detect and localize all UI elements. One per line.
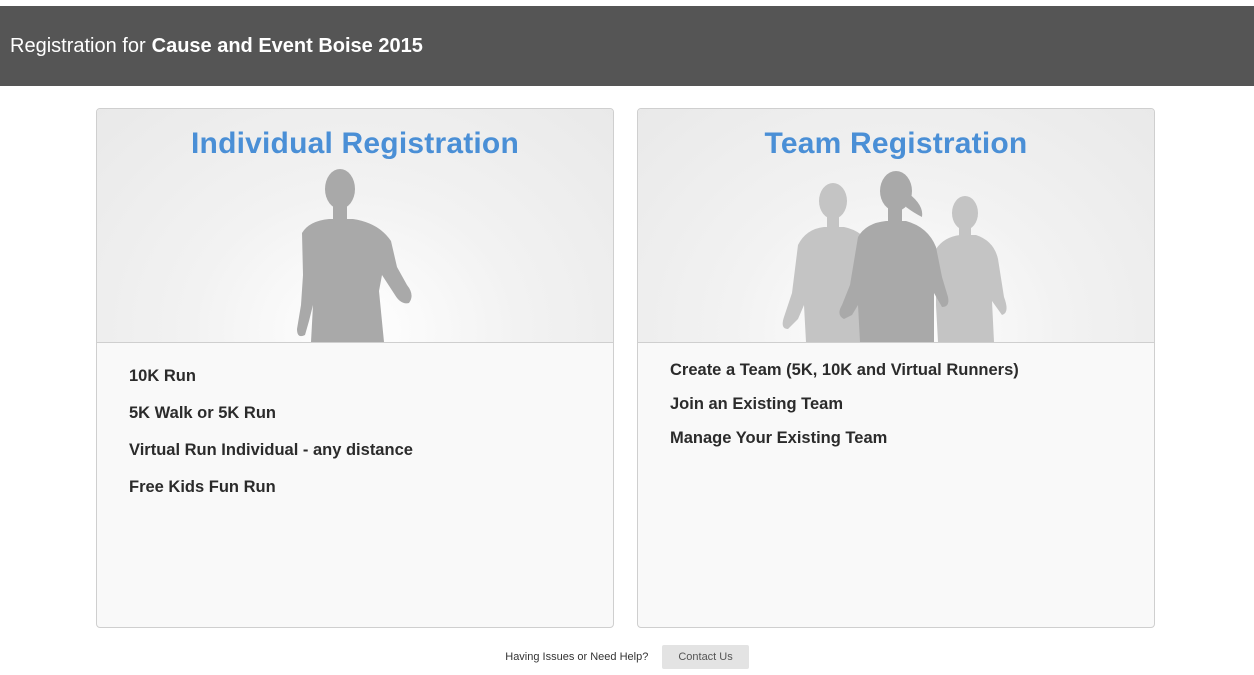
help-text: Having Issues or Need Help? (505, 651, 649, 663)
team-title: Team Registration (764, 127, 1028, 160)
contact-us-button[interactable]: Contact Us (662, 645, 749, 669)
option-5k-walk-or-run[interactable]: 5K Walk or 5K Run (129, 404, 613, 423)
individual-hero: Individual Registration (97, 109, 613, 343)
help-row: Having Issues or Need Help? Contact Us (0, 645, 1254, 669)
individual-registration-card[interactable]: Individual Registration 10K Run 5K Walk … (96, 108, 614, 628)
event-name: Cause and Event Boise 2015 (151, 34, 423, 57)
option-manage-existing-team[interactable]: Manage Your Existing Team (670, 429, 1154, 448)
option-free-kids-fun-run[interactable]: Free Kids Fun Run (129, 478, 613, 497)
option-join-existing-team[interactable]: Join an Existing Team (670, 395, 1154, 414)
option-10k-run[interactable]: 10K Run (129, 367, 613, 386)
team-hero: Team Registration (638, 109, 1154, 343)
option-virtual-run-individual[interactable]: Virtual Run Individual - any distance (129, 441, 613, 460)
team-options: Create a Team (5K, 10K and Virtual Runne… (670, 361, 1154, 463)
individual-title: Individual Registration (191, 127, 519, 160)
page-header: Registration for Cause and Event Boise 2… (0, 6, 1254, 86)
header-prefix: Registration for (10, 34, 146, 57)
individual-options: 10K Run 5K Walk or 5K Run Virtual Run In… (129, 367, 613, 515)
option-create-team[interactable]: Create a Team (5K, 10K and Virtual Runne… (670, 361, 1154, 380)
team-registration-card[interactable]: Team Registration Create a Team (5K, 10K… (637, 108, 1155, 628)
